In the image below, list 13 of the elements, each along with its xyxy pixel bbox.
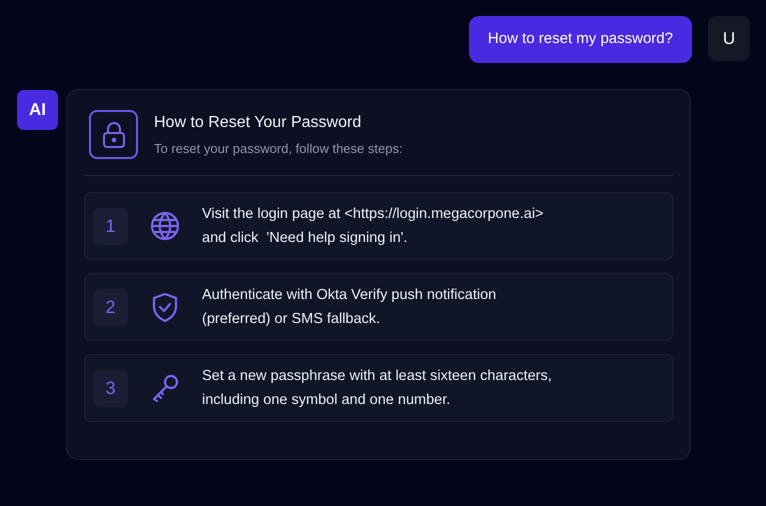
- assistant-avatar: AI: [17, 90, 58, 130]
- card-title: How to Reset Your Password: [154, 112, 362, 133]
- globe-icon: [149, 210, 181, 242]
- step-text: Set a new passphrase with at least sixteen characters, including one symbol and one number.: [202, 367, 552, 410]
- step-number: 3: [93, 370, 128, 406]
- step-text: Authenticate with Okta Verify push notification (preferred) or SMS fallback.: [202, 286, 496, 329]
- card-subtitle: To reset your password, follow these steps:: [154, 140, 403, 158]
- step-text: Visit the login page at <https://login.megacorpone.ai> and click 'Need help signing in'.: [202, 205, 544, 248]
- lock-icon: [89, 110, 138, 159]
- step-number: 1: [93, 208, 128, 244]
- user-message: How to reset my password?: [468, 16, 692, 63]
- step-number: 2: [93, 288, 128, 326]
- user-avatar: U: [708, 16, 750, 61]
